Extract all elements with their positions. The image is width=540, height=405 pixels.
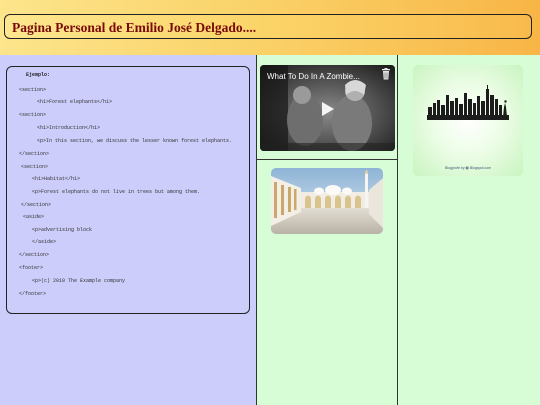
code-line: <section> (21, 164, 49, 170)
code-line: </section> (19, 151, 50, 157)
code-heading: Ejemplo: (26, 72, 51, 78)
code-line: <section> (19, 87, 47, 93)
skyline-caption: Blogprofe by ▦ Blogspot.com (444, 166, 492, 170)
code-example-box: Ejemplo: <section> <h1>Forest elephants<… (6, 66, 250, 314)
code-line: </footer> (19, 291, 47, 297)
mosque-image (271, 168, 383, 234)
video-player[interactable]: What To Do In A Zombie... (260, 65, 395, 151)
column-divider (257, 159, 397, 160)
skyline-image: Blogprofe by ▦ Blogspot.com (413, 65, 523, 176)
page-header: Pagina Personal de Emilio José Delgado..… (0, 0, 540, 55)
page-title: Pagina Personal de Emilio José Delgado..… (12, 20, 257, 35)
code-line: </section> (21, 202, 52, 208)
code-line: <p>(c) 2010 The Example company (32, 278, 126, 284)
code-line: <p>Forest elephants do not live in trees… (32, 189, 201, 195)
code-line: <h1>Introduction</h1> (37, 125, 101, 131)
video-title[interactable]: What To Do In A Zombie... (267, 72, 360, 81)
left-column: Ejemplo: <section> <h1>Forest elephants<… (0, 55, 257, 405)
right-column: Blogprofe by ▦ Blogspot.com (398, 55, 540, 405)
code-line: <h1>Habitat</h1> (32, 176, 81, 182)
code-line: <p>advertising block (32, 227, 93, 233)
code-line: </section> (19, 252, 50, 258)
code-line: <aside> (23, 214, 45, 220)
trash-icon[interactable] (381, 68, 391, 80)
city-skyline-icon (427, 85, 509, 120)
code-line: <p>In this section, we discuss the lesse… (37, 138, 233, 144)
middle-column: What To Do In A Zombie... (257, 55, 398, 405)
play-icon[interactable] (321, 101, 335, 117)
title-box: Pagina Personal de Emilio José Delgado..… (4, 14, 532, 39)
code-line: <h1>Forest elephants</h1> (37, 99, 113, 105)
code-line: </aside> (32, 239, 57, 245)
code-line: <footer> (19, 265, 44, 271)
code-line: <section> (19, 112, 47, 118)
mosque-illustration (271, 168, 383, 234)
